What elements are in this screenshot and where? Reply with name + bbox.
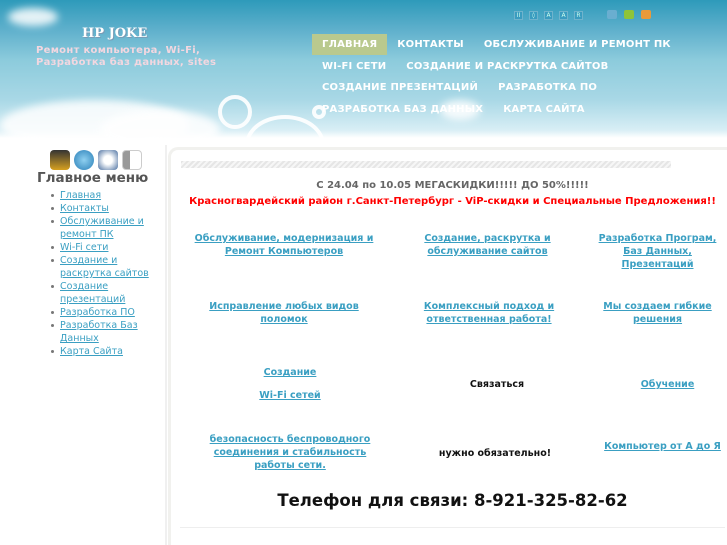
sidebar-icons — [50, 150, 142, 170]
sidebar-item: Создание презентаций — [51, 280, 170, 306]
link-training[interactable]: Обучение — [620, 378, 715, 391]
sidebar-link-contacts[interactable]: Контакты — [60, 203, 109, 214]
sidebar-link-websites[interactable]: Создание и раскрутка сайтов — [60, 255, 149, 279]
link-wifi-security[interactable]: безопасность беспроводного соединения и … — [205, 433, 375, 472]
network-icon — [98, 150, 118, 170]
required-text: нужно обязательно! — [438, 448, 552, 459]
nav-databases[interactable]: РАЗРАБОТКА БАЗ ДАННЫХ — [312, 99, 493, 120]
sidebar-menu: Главная Контакты Обслуживание и ремонт П… — [51, 189, 170, 358]
link-software-dev[interactable]: Разработка Програм, Баз Данных, Презента… — [590, 232, 725, 271]
link-wifi-networks[interactable]: Wi-Fi сетей — [230, 389, 350, 402]
link-computer-a-to-z[interactable]: Компьютер от А до Я — [600, 440, 725, 453]
subtitle-line: Разработка баз данных, sites — [36, 57, 217, 68]
sidebar-link-wifi[interactable]: Wi-Fi сети — [60, 242, 108, 253]
main-nav: ГЛАВНАЯ КОНТАКТЫ ОБСЛУЖИВАНИЕ И РЕМОНТ ПК … — [312, 34, 671, 120]
phone-contact: Телефон для связи: 8-921-325-82-62 — [277, 491, 628, 510]
nav-sitemap[interactable]: КАРТА САЙТА — [493, 99, 595, 120]
globe-icon — [74, 150, 94, 170]
link-repairs[interactable]: Исправление любых видов поломок — [188, 300, 380, 326]
sidebar-item: Контакты — [51, 202, 170, 215]
link-website-creation[interactable]: Создание, раскрутка и обслуживание сайто… — [415, 232, 560, 258]
sidebar-link-pc-repair[interactable]: Обслуживание и ремонт ПК — [60, 216, 144, 240]
sidebar-link-databases[interactable]: Разработка Баз Данных — [60, 320, 138, 344]
site-header: HP JOKE Ремонт компьютера, Wi-Fi, Разрабо… — [0, 0, 727, 138]
link-wifi-creation[interactable]: Создание — [230, 366, 350, 379]
nav-wifi[interactable]: WI-FI СЕТИ — [312, 56, 396, 77]
reset-button[interactable]: ◊ — [529, 11, 538, 20]
contact-text: Связаться — [469, 379, 525, 390]
sidebar-item: Обслуживание и ремонт ПК — [51, 215, 170, 241]
sidebar-link-presentations[interactable]: Создание презентаций — [60, 281, 125, 305]
sidebar-link-sitemap[interactable]: Карта Сайта — [60, 346, 123, 357]
promo-red-text: Красногвардейский район г.Санкт-Петербур… — [189, 196, 716, 207]
green-theme-button[interactable] — [624, 10, 634, 19]
font-tools: II ◊ A A R — [514, 11, 583, 20]
orange-theme-button[interactable] — [641, 10, 651, 19]
divider — [180, 527, 725, 528]
subtitle-line: Ремонт компьютера, Wi-Fi, — [36, 45, 201, 56]
sidebar-title: Главное меню — [37, 170, 149, 186]
link-pc-service[interactable]: Обслуживание, модернизация и Ремонт Комп… — [188, 232, 380, 258]
sidebar-item: Главная — [51, 189, 170, 202]
link-flexible-solutions[interactable]: Мы создаем гибкие решения — [590, 300, 725, 326]
nav-home[interactable]: ГЛАВНАЯ — [312, 34, 388, 56]
computer-icon — [50, 150, 70, 170]
pause-button[interactable]: II — [514, 11, 523, 20]
nav-presentations[interactable]: СОЗДАНИЕ ПРЕЗЕНТАЦИЙ — [312, 77, 488, 98]
sidebar-item: Создание и раскрутка сайтов — [51, 254, 170, 280]
sidebar-item: Разработка ПО — [51, 306, 170, 319]
presenter-icon — [122, 150, 142, 170]
promo-text: С 24.04 по 10.05 МЕГАСКИДКИ!!!!! ДО 50%!… — [316, 180, 589, 191]
sidebar-divider — [165, 145, 167, 545]
sidebar-item: Wi-Fi сети — [51, 241, 170, 254]
site-logo-subtitle: Ремонт компьютера, Wi-Fi, Разработка баз … — [36, 45, 216, 69]
content-stripe — [181, 161, 671, 168]
sidebar-link-software[interactable]: Разработка ПО — [60, 307, 135, 318]
sidebar-item: Карта Сайта — [51, 345, 170, 358]
font-decrease-button[interactable]: A — [559, 11, 568, 20]
font-increase-button[interactable]: A — [544, 11, 553, 20]
blue-theme-button[interactable] — [607, 10, 617, 19]
sidebar-link-home[interactable]: Главная — [60, 190, 101, 201]
sidebar-item: Разработка Баз Данных — [51, 319, 170, 345]
link-complex-approach[interactable]: Комплексный подход и ответственная работ… — [415, 300, 563, 326]
nav-pc-repair[interactable]: ОБСЛУЖИВАНИЕ И РЕМОНТ ПК — [474, 34, 681, 55]
nav-websites[interactable]: СОЗДАНИЕ И РАСКРУТКА САЙТОВ — [396, 56, 618, 77]
nav-software[interactable]: РАЗРАБОТКА ПО — [488, 77, 607, 98]
site-logo-title[interactable]: HP JOKE — [82, 26, 147, 41]
font-reset-button[interactable]: R — [574, 11, 583, 20]
color-switcher — [607, 10, 651, 19]
nav-contacts[interactable]: КОНТАКТЫ — [387, 34, 474, 55]
